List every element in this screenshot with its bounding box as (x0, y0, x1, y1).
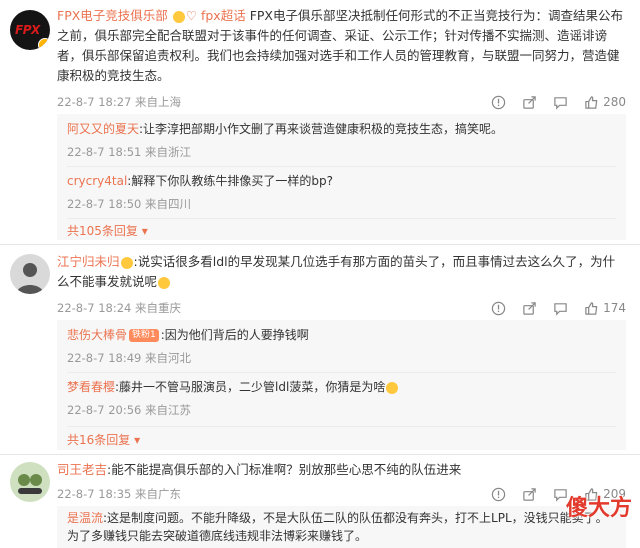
comment-body: 司王老吉:能不能提高俱乐部的入门标准啊？别放那些心思不纯的队伍进来 (57, 460, 626, 480)
reply-text: :解释下你队教练牛排像买了一样的bp? (127, 174, 333, 188)
reply-item: 是温流:这是制度问题。不能升降级，不是大队伍二队的队伍都没有奔头，打不上LPL，… (67, 509, 616, 545)
reply-text: :这是制度问题。不能升降级，不是大队伍二队的队伍都没有奔头，打不上LPL，没钱只… (67, 511, 608, 543)
topic-link[interactable]: ♡ fpx超话 (186, 8, 246, 23)
reply-text: :藤井一不管马服演员，二少管ldl菠菜，你猜是为啥 (115, 380, 386, 394)
reply-list: 悲伤大棒骨 铁粉1:因为他们背后的人要挣钱啊 22-8-7 18:49 来自河北 … (57, 320, 626, 450)
divider (67, 426, 616, 427)
divider (67, 372, 616, 373)
reply-username[interactable]: 梦看春樱 (67, 380, 115, 394)
comment-feed: FPX ✓ FPX电子竞技俱乐部 ♡ fpx超话 FPX电子俱乐部坚决抵制任何形式… (0, 0, 640, 548)
reply-list: 阿又又的夏天:让李淳把部期小作文删了再来谈营造健康积极的竞技生态，搞笑呢。 22… (57, 114, 626, 240)
reply-list: 是温流:这是制度问题。不能升降级，不是大队伍二队的队伍都没有奔头，打不上LPL，… (57, 506, 626, 548)
report-button[interactable] (491, 487, 506, 502)
avatar-image (16, 263, 44, 294)
more-replies-link[interactable]: 共16条回复 ▾ (67, 431, 140, 448)
reply-meta: 22-8-7 20:56 来自江苏 (67, 403, 192, 417)
share-button[interactable] (522, 95, 537, 110)
emoji-icon (120, 256, 133, 269)
like-count: 280 (603, 95, 626, 109)
like-button[interactable]: 280 (584, 95, 626, 110)
reply-text: :因为他们背后的人要挣钱啊 (160, 328, 309, 342)
share-icon (523, 95, 536, 109)
alert-icon (491, 301, 506, 315)
comment-body: FPX电子竞技俱乐部 ♡ fpx超话 FPX电子俱乐部坚决抵制任何形式的不正当竞技… (57, 6, 626, 86)
share-icon (523, 487, 536, 501)
reply-item: 阿又又的夏天:让李淳把部期小作文删了再来谈营造健康积极的竞技生态，搞笑呢。 22… (67, 120, 616, 160)
comment-body: 江宁归未归:说实话很多看ldl的早发现某几位选手有那方面的苗头了，而且事情过去这… (57, 252, 626, 292)
comment-meta: 22-8-7 18:27 来自上海 (57, 95, 182, 109)
fpx-logo-icon: FPX (15, 23, 40, 37)
watermark: 傻大方 (565, 496, 632, 521)
alert-icon (491, 487, 506, 501)
fan-badge: 铁粉1 (129, 329, 159, 342)
reply-text: :让李淳把部期小作文删了再来谈营造健康积极的竞技生态，搞笑呢。 (139, 122, 504, 136)
emoji-icon (158, 276, 171, 289)
reply-meta: 22-8-7 18:50 来自四川 (67, 197, 192, 211)
report-button[interactable] (491, 95, 506, 110)
comment-separator (0, 454, 640, 455)
comment-icon (554, 96, 567, 110)
reply-username[interactable]: 是温流 (67, 511, 103, 525)
share-button[interactable] (522, 487, 537, 502)
comment-text: :说实话很多看ldl的早发现某几位选手有那方面的苗头了，而且事情过去这么久了，为… (57, 254, 616, 289)
thumbs-up-icon (585, 301, 598, 315)
like-count: 174 (603, 301, 626, 315)
share-button[interactable] (522, 301, 537, 316)
reply-username[interactable]: 悲伤大棒骨 (67, 328, 127, 342)
reply-username[interactable]: crycry4tal (67, 174, 127, 188)
verified-icon: ✓ (38, 38, 50, 50)
comment-actions: 174 (491, 299, 626, 317)
emoji-icon (386, 381, 399, 394)
reply-item: 梦看春樱:藤井一不管马服演员，二少管ldl菠菜，你猜是为啥 22-8-7 20:… (67, 378, 616, 418)
comment-meta: 22-8-7 18:35 来自广东 (57, 487, 182, 501)
divider (67, 166, 616, 167)
comment-meta: 22-8-7 18:24 来自重庆 (57, 301, 182, 315)
divider (67, 218, 616, 219)
share-icon (523, 301, 536, 315)
like-button[interactable]: 174 (584, 301, 626, 316)
more-replies-link[interactable]: 共105条回复 ▾ (67, 222, 148, 239)
reply-meta: 22-8-7 18:51 来自浙江 (67, 145, 192, 159)
comment-separator (0, 244, 640, 245)
avatar[interactable] (10, 254, 50, 294)
comment-username[interactable]: 江宁归未归 (57, 254, 120, 269)
comment-text: :能不能提高俱乐部的入门标准啊？别放那些心思不纯的队伍进来 (107, 462, 462, 477)
reply-item: 悲伤大棒骨 铁粉1:因为他们背后的人要挣钱啊 22-8-7 18:49 来自河北 (67, 326, 616, 366)
reply-item: crycry4tal:解释下你队教练牛排像买了一样的bp? 22-8-7 18:… (67, 172, 616, 212)
reply-button[interactable] (553, 301, 568, 316)
emoji-icon (172, 10, 185, 23)
reply-username[interactable]: 阿又又的夏天 (67, 122, 139, 136)
comment-username[interactable]: FPX电子竞技俱乐部 (57, 8, 168, 23)
comment-icon (554, 302, 567, 316)
avatar[interactable] (10, 462, 50, 502)
report-button[interactable] (491, 301, 506, 316)
comment-username[interactable]: 司王老吉 (57, 462, 107, 477)
reply-meta: 22-8-7 18:49 来自河北 (67, 351, 192, 365)
thumbs-up-icon (585, 95, 598, 109)
avatar-image (18, 474, 42, 494)
avatar[interactable]: FPX ✓ (10, 10, 50, 50)
comment-actions: 280 (491, 93, 626, 111)
alert-icon (491, 95, 506, 109)
reply-button[interactable] (553, 95, 568, 110)
